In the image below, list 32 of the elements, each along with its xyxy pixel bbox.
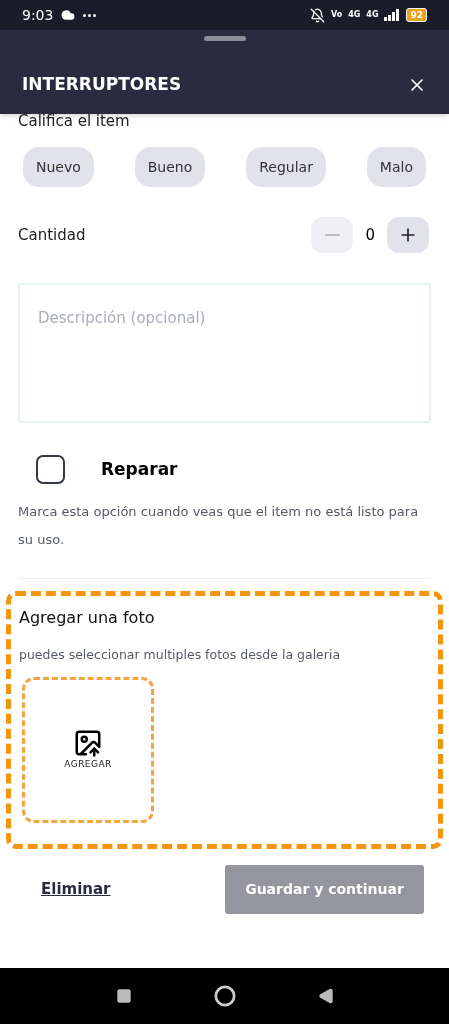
more-dots-icon bbox=[83, 13, 97, 17]
cloud-icon bbox=[61, 8, 76, 22]
quantity-label: Cantidad bbox=[18, 224, 86, 246]
repair-hint: Marca esta opción cuando veas que el item no está listo para su uso. bbox=[18, 503, 420, 549]
minus-icon bbox=[324, 234, 340, 236]
repair-label: Reparar bbox=[101, 457, 178, 481]
photo-title: Agregar una foto bbox=[19, 607, 156, 629]
rating-label: Califica el item bbox=[18, 112, 131, 130]
rating-chip[interactable]: Malo bbox=[366, 147, 426, 187]
drag-handle[interactable] bbox=[203, 36, 246, 41]
network-label: 4G bbox=[366, 11, 379, 19]
signal-icon bbox=[384, 9, 401, 21]
repair-checkbox[interactable] bbox=[36, 455, 65, 484]
rating-chip[interactable]: Nuevo bbox=[23, 147, 94, 187]
rating-chip[interactable]: Bueno bbox=[134, 147, 206, 187]
home-icon[interactable] bbox=[213, 985, 236, 1007]
image-upload-icon bbox=[73, 728, 103, 758]
quantity-value: 0 bbox=[365, 224, 375, 246]
status-time: 9:03 bbox=[22, 5, 54, 25]
network-label: 4G bbox=[348, 11, 361, 19]
muted-bell-icon bbox=[309, 7, 325, 23]
sheet-title: INTERRUPTORES bbox=[22, 73, 182, 96]
photo-hint: puedes seleccionar multiples fotos desde la galeria bbox=[19, 646, 342, 664]
rating-chip[interactable]: Regular bbox=[246, 147, 326, 187]
back-icon[interactable] bbox=[317, 988, 334, 1004]
battery-indicator: 92 bbox=[406, 8, 427, 22]
description-field[interactable]: Descripción (opcional) bbox=[18, 283, 431, 423]
delete-link[interactable]: Eliminar bbox=[41, 878, 111, 901]
add-photo-button[interactable]: AGREGAR bbox=[22, 676, 154, 823]
recent-apps-icon[interactable] bbox=[115, 988, 132, 1004]
increment-button[interactable] bbox=[387, 217, 429, 253]
network-label: Vo bbox=[330, 11, 343, 19]
